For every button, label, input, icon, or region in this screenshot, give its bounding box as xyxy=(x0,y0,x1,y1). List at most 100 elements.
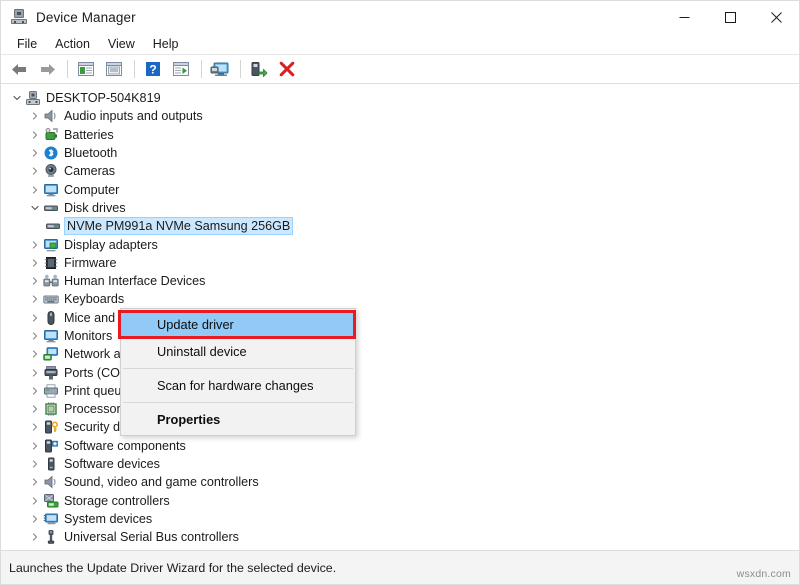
device-tree[interactable]: DESKTOP-504K819 Audio inputs and outputs xyxy=(1,84,799,550)
tree-item-disk-drives[interactable]: Disk drives xyxy=(1,199,799,217)
tree-item-universal-serial-bus-controllers[interactable]: Universal Serial Bus controllers xyxy=(1,528,799,546)
uninstall-device-icon[interactable] xyxy=(274,57,300,81)
properties-icon[interactable] xyxy=(73,57,99,81)
update-driver-icon[interactable] xyxy=(168,57,194,81)
tree-item-label: Human Interface Devices xyxy=(64,274,206,289)
menu-view[interactable]: View xyxy=(99,35,144,53)
context-menu-item-label: Update driver xyxy=(157,317,234,332)
menu-bar: File Action View Help xyxy=(1,33,799,55)
tree-item-audio-inputs-and-outputs[interactable]: Audio inputs and outputs xyxy=(1,107,799,125)
menu-file[interactable]: File xyxy=(8,35,46,53)
chevron-right-icon[interactable] xyxy=(27,423,43,432)
tree-item-label: Computer xyxy=(64,182,120,197)
chevron-right-icon[interactable] xyxy=(27,368,43,377)
tree-item-label: Keyboards xyxy=(64,292,125,307)
chevron-right-icon[interactable] xyxy=(27,515,43,523)
menu-action[interactable]: Action xyxy=(46,35,99,53)
tree-item-cameras[interactable]: Cameras xyxy=(1,162,799,180)
status-bar-text: Launches the Update Driver Wizard for th… xyxy=(9,560,337,575)
back-icon[interactable] xyxy=(6,57,32,81)
chevron-right-icon[interactable] xyxy=(27,405,43,413)
enable-device-icon[interactable] xyxy=(246,57,272,81)
tree-item-computer[interactable]: Computer xyxy=(1,180,799,198)
chevron-right-icon[interactable] xyxy=(27,240,43,249)
toolbar-separator xyxy=(240,60,241,78)
scan-hardware-changes-icon[interactable] xyxy=(207,57,233,81)
chevron-right-icon[interactable] xyxy=(27,387,43,395)
tree-item-batteries[interactable]: Batteries xyxy=(1,126,799,144)
context-menu-item-uninstall-device[interactable]: Uninstall device xyxy=(121,338,355,365)
usb-icon xyxy=(43,529,59,545)
maximize-button[interactable] xyxy=(707,1,753,33)
tree-item-sound-video-and-game-controllers[interactable]: Sound, video and game controllers xyxy=(1,473,799,491)
port-icon xyxy=(43,365,59,381)
forward-icon[interactable] xyxy=(34,57,60,81)
watermark: wsxdn.com xyxy=(736,568,791,580)
tree-item-storage-controllers[interactable]: Storage controllers xyxy=(1,492,799,510)
tree-item-software-components[interactable]: Software components xyxy=(1,437,799,455)
chevron-right-icon[interactable] xyxy=(27,533,43,541)
chevron-right-icon[interactable] xyxy=(27,478,43,486)
keyboard-icon xyxy=(43,291,59,307)
menu-help[interactable]: Help xyxy=(144,35,188,53)
chevron-right-icon[interactable] xyxy=(27,259,43,267)
battery-icon xyxy=(43,127,59,143)
tree-item-firmware[interactable]: Firmware xyxy=(1,254,799,272)
tree-item-label: Software components xyxy=(64,438,186,453)
tree-item-nvme-pm991a[interactable]: NVMe PM991a NVMe Samsung 256GB xyxy=(1,217,799,236)
tree-item-label: Storage controllers xyxy=(64,493,170,508)
software-component-icon xyxy=(43,438,59,454)
svg-text:?: ? xyxy=(149,63,156,77)
speaker-icon xyxy=(43,474,59,490)
software-device-icon xyxy=(43,456,59,472)
system-device-icon xyxy=(43,511,59,527)
chevron-down-icon[interactable] xyxy=(27,204,43,212)
speaker-icon xyxy=(43,108,59,124)
toolbar-separator xyxy=(134,60,135,78)
title-bar: Device Manager xyxy=(1,1,799,33)
context-menu-item-scan-for-hardware-changes[interactable]: Scan for hardware changes xyxy=(121,372,355,399)
computer-root-icon xyxy=(25,90,41,106)
chevron-right-icon[interactable] xyxy=(27,295,43,304)
chevron-right-icon[interactable] xyxy=(27,131,43,139)
minimize-button[interactable] xyxy=(661,1,707,33)
tree-item-label: Disk drives xyxy=(64,200,126,215)
tree-item-bluetooth[interactable]: Bluetooth xyxy=(1,144,799,162)
context-menu-item-update-driver[interactable]: Update driver xyxy=(121,311,355,338)
monitor-icon xyxy=(43,182,59,198)
chevron-right-icon[interactable] xyxy=(27,277,43,285)
chevron-right-icon[interactable] xyxy=(27,186,43,194)
tree-item-system-devices[interactable]: System devices xyxy=(1,510,799,528)
chevron-right-icon[interactable] xyxy=(27,442,43,450)
tree-item-label: Cameras xyxy=(64,164,116,179)
tree-item-label: System devices xyxy=(64,511,153,526)
chevron-right-icon[interactable] xyxy=(27,149,43,157)
disk-drive-icon xyxy=(43,200,59,216)
device-manager-icon xyxy=(11,9,27,25)
context-menu-item-properties[interactable]: Properties xyxy=(121,406,355,433)
tree-item-display-adapters[interactable]: Display adapters xyxy=(1,235,799,253)
tree-item-keyboards[interactable]: Keyboards xyxy=(1,290,799,308)
tree-item-label: Processors xyxy=(64,402,127,417)
toolbar-separator xyxy=(67,60,68,78)
window-title: Device Manager xyxy=(36,9,136,25)
chevron-right-icon[interactable] xyxy=(27,112,43,121)
chevron-down-icon[interactable] xyxy=(9,94,25,102)
tree-root-node[interactable]: DESKTOP-504K819 xyxy=(1,89,799,107)
chevron-right-icon[interactable] xyxy=(27,460,43,468)
context-menu[interactable]: Update driver Uninstall device Scan for … xyxy=(120,308,356,436)
chevron-right-icon[interactable] xyxy=(27,350,43,358)
chevron-right-icon[interactable] xyxy=(27,497,43,505)
tree-item-label: Bluetooth xyxy=(64,146,118,161)
tree-item-label: Universal Serial Bus controllers xyxy=(64,530,239,545)
show-hidden-devices-icon[interactable] xyxy=(101,57,127,81)
chevron-right-icon[interactable] xyxy=(27,314,43,322)
tree-item-software-devices[interactable]: Software devices xyxy=(1,455,799,473)
tree-item-label: NVMe PM991a NVMe Samsung 256GB xyxy=(64,217,294,236)
help-icon[interactable]: ? xyxy=(140,57,166,81)
tree-item-human-interface-devices[interactable]: Human Interface Devices xyxy=(1,272,799,290)
close-button[interactable] xyxy=(753,1,799,33)
context-menu-separator xyxy=(123,368,353,369)
chevron-right-icon[interactable] xyxy=(27,167,43,175)
chevron-right-icon[interactable] xyxy=(27,332,43,340)
